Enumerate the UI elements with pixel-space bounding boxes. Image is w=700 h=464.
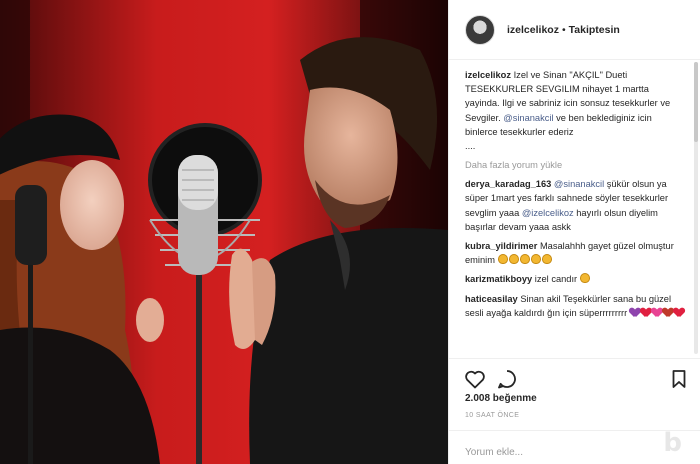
follow-status[interactable]: Takiptesin — [569, 24, 620, 36]
avatar[interactable] — [465, 14, 495, 45]
comment-username[interactable]: karizmatikboyy — [465, 274, 532, 284]
watermark: b — [663, 428, 682, 458]
post-caption: izelcelikoz Izel ve Sinan "AKÇIL" Dueti … — [465, 68, 685, 153]
clap-emoji — [497, 254, 552, 265]
comment-item: derya_karadag_163 @sinanakcil şükür olsu… — [465, 177, 685, 234]
heart-emojis — [630, 308, 684, 317]
caption-mention[interactable]: @sinanakcil — [503, 113, 553, 123]
add-comment-bar — [449, 430, 700, 464]
comments-list[interactable]: izelcelikoz Izel ve Sinan "AKÇIL" Dueti … — [449, 60, 695, 358]
header-text: izelcelikoz • Takiptesin — [507, 24, 620, 36]
likes-count[interactable]: 2.008 beğenme — [465, 393, 537, 404]
comment-text: izel candır — [534, 274, 578, 285]
scrollbar-thumb[interactable] — [694, 62, 698, 142]
comment-mention[interactable]: @izelcelikoz — [522, 208, 574, 218]
comment-username[interactable]: haticeasilay — [465, 294, 518, 304]
add-comment-input[interactable] — [465, 447, 665, 458]
comment-item: kubra_yildirimer Masalahhh gayet güzel o… — [465, 239, 685, 267]
comment-username[interactable]: kubra_yildirimer — [465, 241, 537, 251]
comment-mention[interactable]: @sinanakcil — [554, 179, 604, 189]
bookmark-icon[interactable] — [667, 367, 691, 391]
comment-username[interactable]: derya_karadag_163 — [465, 179, 551, 189]
caption-username[interactable]: izelcelikoz — [465, 70, 511, 80]
header-separator: • — [561, 23, 566, 36]
clap-emoji — [579, 273, 590, 284]
caption-ellipsis: .... — [465, 141, 476, 152]
comment-item: karizmatikboyy izel candır — [465, 272, 685, 286]
post-timestamp[interactable]: 10 SAAT ÖNCE — [465, 412, 519, 419]
post-header: izelcelikoz • Takiptesin — [449, 0, 700, 60]
comments-scrollbar[interactable] — [694, 62, 698, 354]
studio-photo-illustration — [0, 0, 448, 464]
load-more-comments-link[interactable]: Daha fazla yorum yükle — [465, 160, 685, 170]
post-photo[interactable] — [0, 0, 448, 464]
header-username[interactable]: izelcelikoz — [507, 24, 559, 36]
heart-icon[interactable] — [463, 367, 487, 391]
comment-item: haticeasilay Sinan akil Teşekkürler sana… — [465, 292, 685, 320]
post-sidebar: izelcelikoz • Takiptesin izelcelikoz Izel … — [448, 0, 700, 464]
comment-bubble-icon[interactable] — [495, 367, 519, 391]
